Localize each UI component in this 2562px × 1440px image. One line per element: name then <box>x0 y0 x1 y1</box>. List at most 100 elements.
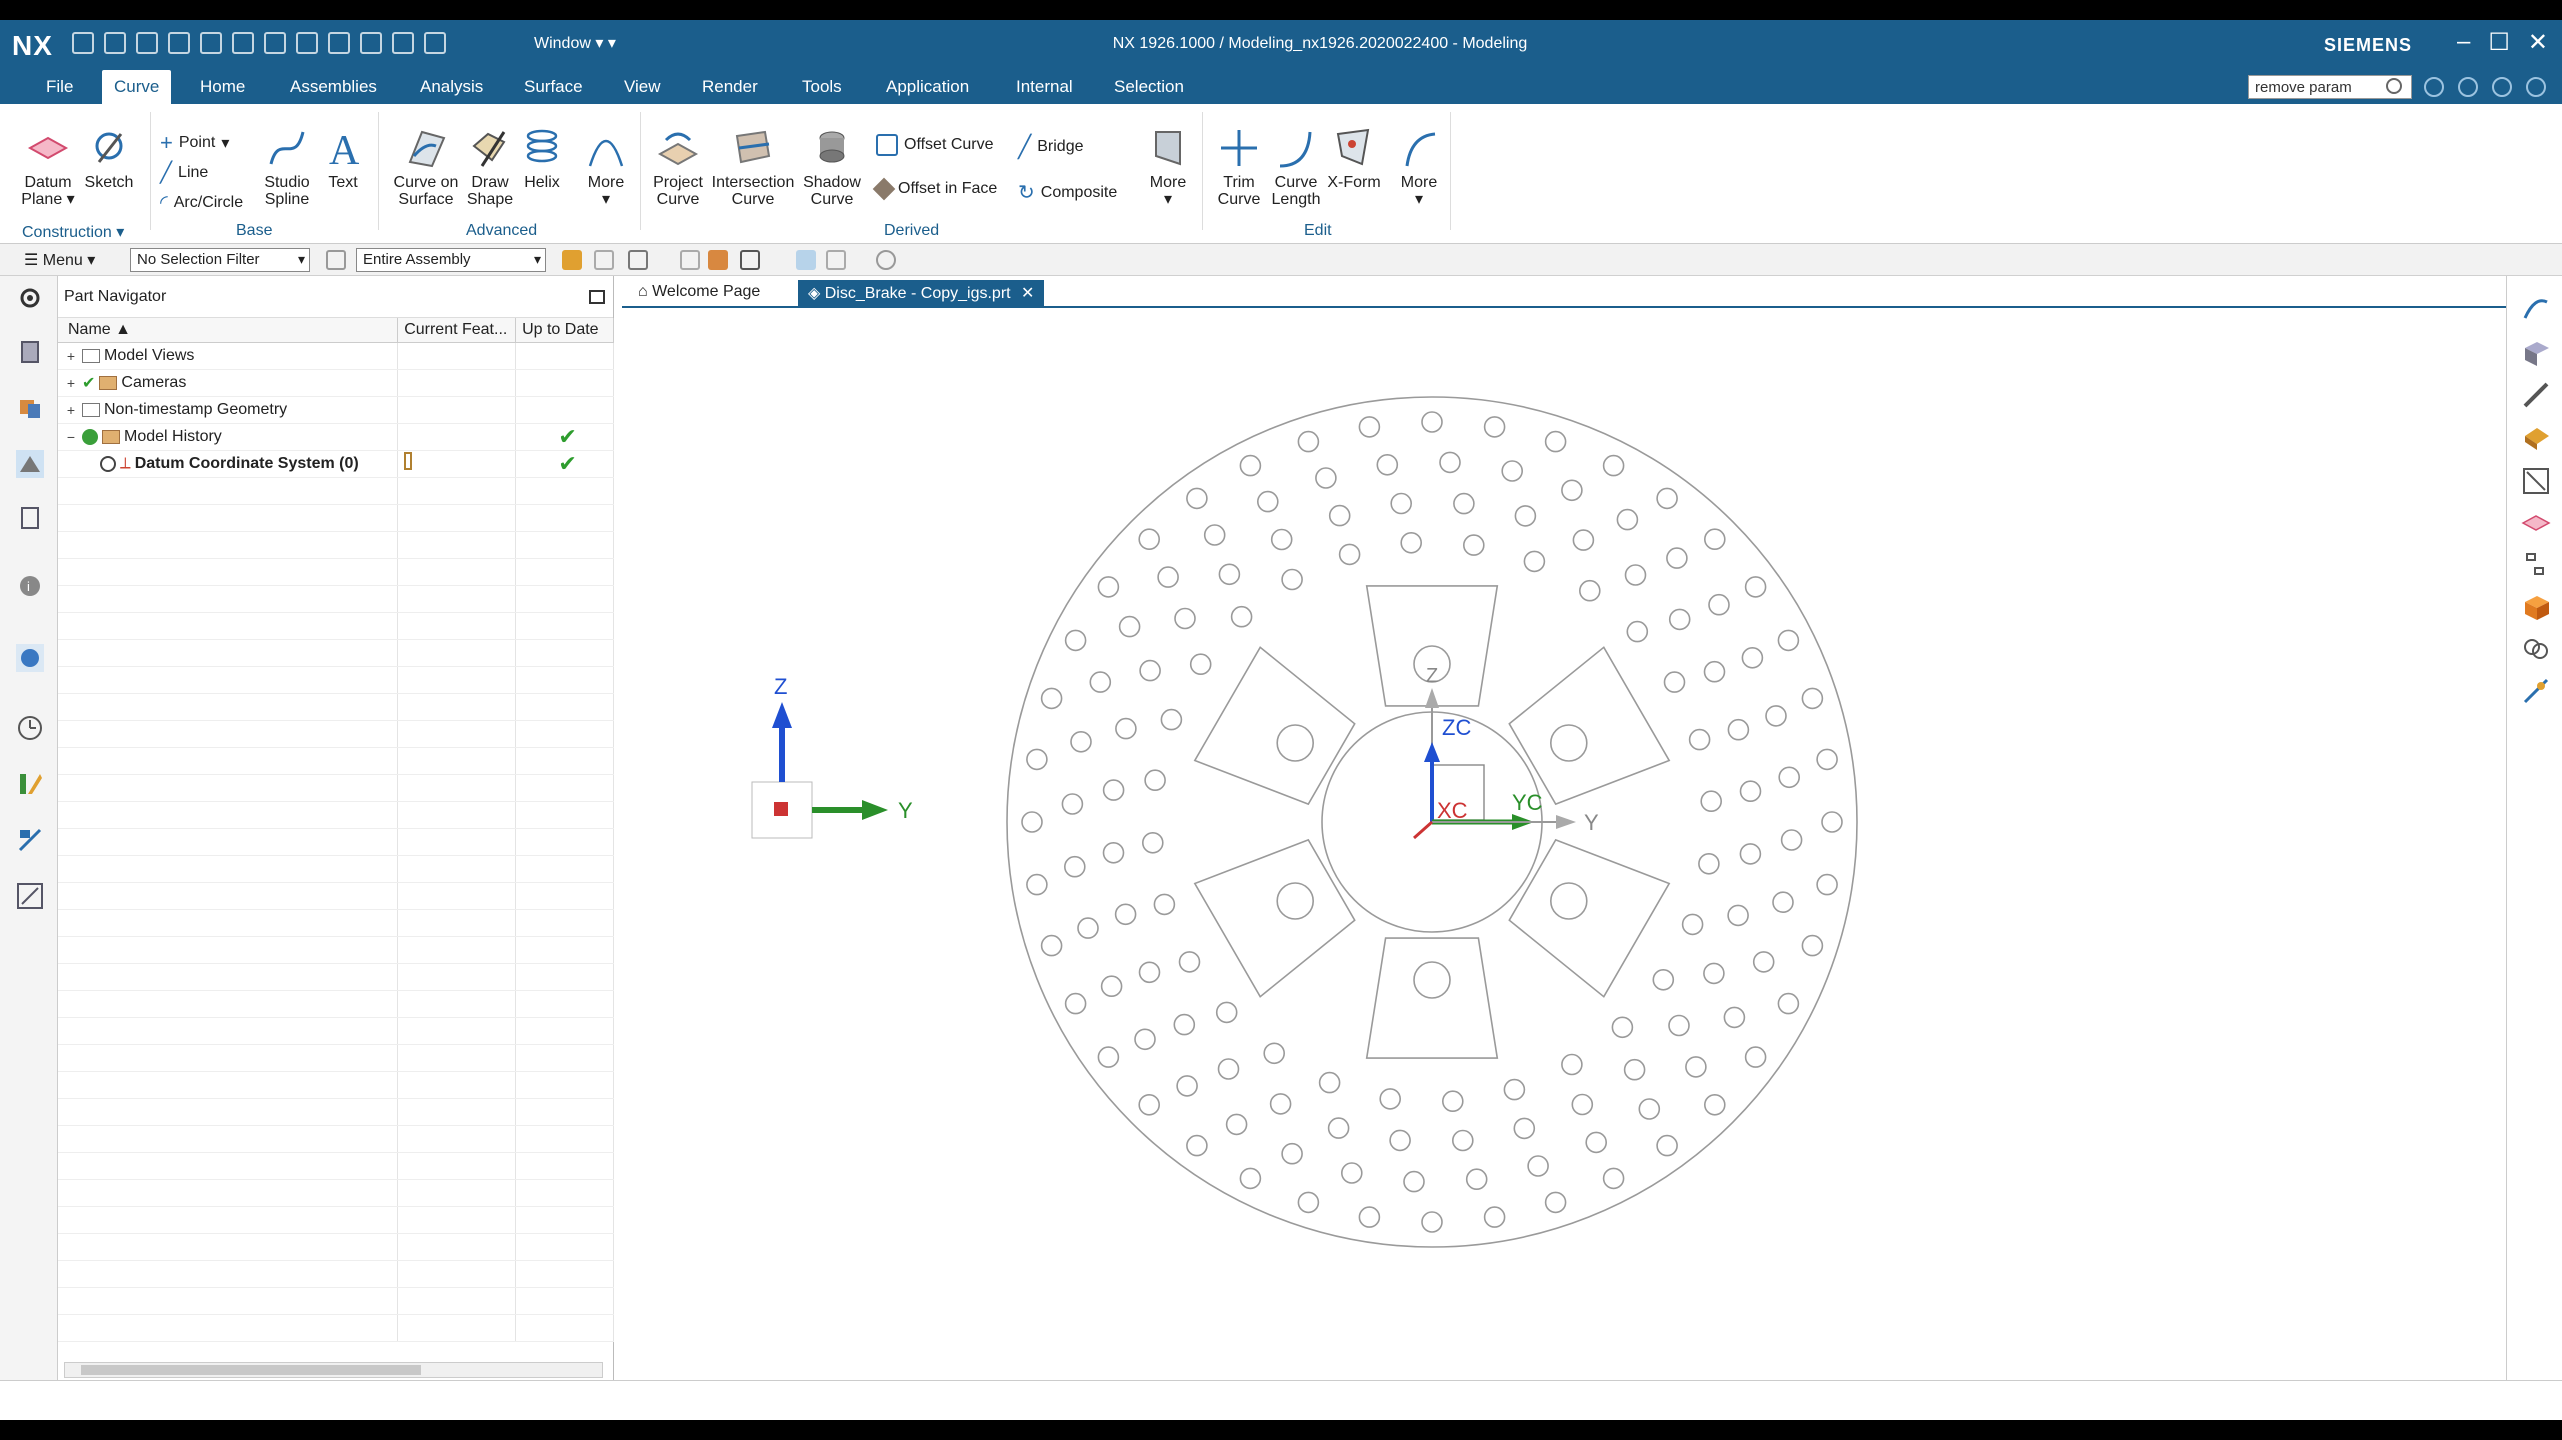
shadow-curve-button[interactable]: Shadow Curve <box>798 126 866 208</box>
touch-mode-icon[interactable] <box>392 32 414 54</box>
process-studio-icon[interactable] <box>16 770 44 798</box>
text-button[interactable]: A Text <box>320 126 366 191</box>
table-row[interactable]: − Model History ✔ <box>58 423 614 451</box>
tab-selection[interactable]: Selection <box>1102 70 1196 104</box>
component-icon[interactable] <box>708 250 728 270</box>
selection-scope-dropdown[interactable]: Entire Assembly <box>356 248 546 272</box>
save-icon[interactable] <box>136 32 158 54</box>
help-icon[interactable] <box>2492 77 2512 97</box>
save-all-icon[interactable] <box>168 32 190 54</box>
snap-point-icon[interactable] <box>594 250 614 270</box>
render-style-icon[interactable] <box>2521 338 2551 368</box>
table-row[interactable]: + Model Views <box>58 342 614 370</box>
select-body-icon[interactable] <box>796 250 816 270</box>
curve-length-button[interactable]: Curve Length <box>1268 126 1324 208</box>
table-row[interactable]: ⟂ Datum Coordinate System (0) ✔ <box>58 450 614 478</box>
paste-icon[interactable] <box>328 32 350 54</box>
derived-more-button[interactable]: More ▾ <box>1142 126 1194 208</box>
cut-icon[interactable] <box>264 32 286 54</box>
table-row[interactable]: + Non-timestamp Geometry <box>58 396 614 424</box>
type-filter-dropdown[interactable]: No Selection Filter <box>130 248 310 272</box>
graphics-window[interactable]: Z ZC YC Y XC Z Y <box>622 310 2506 1380</box>
settings-gear-icon[interactable] <box>16 284 44 312</box>
tab-file[interactable]: File <box>34 70 85 104</box>
curve-on-surface-button[interactable]: Curve on Surface <box>390 126 462 208</box>
close-window-icon[interactable]: ✕ <box>2528 28 2548 57</box>
maximize-icon[interactable]: ☐ <box>2488 28 2510 57</box>
show-datum-plane-icon[interactable] <box>2521 508 2551 538</box>
tab-application[interactable]: Application <box>874 70 981 104</box>
column-header-up-to-date[interactable]: Up to Date <box>515 318 614 343</box>
collapse-toggle[interactable]: − <box>64 429 78 445</box>
assembly-tree-icon[interactable] <box>2521 550 2551 580</box>
curve-rule-icon[interactable] <box>628 250 648 270</box>
shaded-view-icon[interactable] <box>2521 592 2551 622</box>
hd3d-tools-icon[interactable]: i <box>16 572 44 600</box>
minimize-icon[interactable]: – <box>2457 28 2470 57</box>
snap-settings-icon[interactable] <box>876 250 896 270</box>
edit-more-button[interactable]: More ▾ <box>1392 126 1446 208</box>
column-header-name[interactable]: Name ▲ <box>58 318 399 343</box>
close-tab-icon[interactable]: ✕ <box>1021 285 1034 302</box>
select-face-icon[interactable] <box>826 250 846 270</box>
intersection-curve-button[interactable]: Intersection Curve <box>708 126 798 208</box>
project-curve-button[interactable]: Project Curve <box>648 126 708 208</box>
main-menu-button[interactable]: ☰ Menu ▾ <box>24 250 95 270</box>
tab-welcome-page[interactable]: ⌂ Welcome Page <box>628 280 770 308</box>
sketch-button[interactable]: Sketch <box>80 126 138 191</box>
line-button[interactable]: ╱ Line <box>160 160 208 185</box>
collapse-ribbon-icon[interactable] <box>2458 77 2478 97</box>
offset-in-face-button[interactable]: Offset in Face <box>872 177 997 201</box>
tab-analysis[interactable]: Analysis <box>408 70 495 104</box>
tab-home[interactable]: Home <box>188 70 257 104</box>
history-icon[interactable] <box>16 714 44 742</box>
datum-plane-button[interactable]: Datum Plane ▾ <box>18 126 78 208</box>
tab-assemblies[interactable]: Assemblies <box>278 70 389 104</box>
draw-shape-button[interactable]: Draw Shape <box>462 126 518 208</box>
tab-view[interactable]: View <box>612 70 673 104</box>
fullscreen-icon[interactable] <box>2424 77 2444 97</box>
select-feature-icon[interactable] <box>562 250 582 270</box>
search-icon[interactable] <box>2386 78 2402 94</box>
assembly-navigator-icon[interactable] <box>16 338 44 366</box>
expand-toggle[interactable]: + <box>64 375 78 391</box>
table-row[interactable]: + ✔ Cameras <box>58 369 614 397</box>
tab-disc-brake-part[interactable]: ◈ Disc_Brake - Copy_igs.prt ✕ <box>798 280 1045 308</box>
offset-curve-button[interactable]: Offset Curve <box>876 134 994 156</box>
new-file-icon[interactable] <box>72 32 94 54</box>
undo-icon[interactable] <box>200 32 222 54</box>
snap-tool-icon[interactable] <box>2521 676 2551 706</box>
bridge-button[interactable]: ╱ Bridge <box>1018 134 1084 160</box>
arc-circle-button[interactable]: ◜ Arc/Circle <box>160 190 243 215</box>
system-scene-icon[interactable] <box>16 882 44 910</box>
copy-icon[interactable] <box>296 32 318 54</box>
reuse-library-icon[interactable] <box>16 504 44 532</box>
window-menu-button[interactable]: Window ▾ ▾ <box>534 33 616 53</box>
disc-brake-model[interactable]: Z ZC YC Y XC Z Y <box>622 310 2506 1380</box>
tab-internal[interactable]: Internal <box>1004 70 1085 104</box>
scrollbar-thumb[interactable] <box>81 1365 421 1375</box>
switch-window-icon[interactable] <box>424 32 446 54</box>
trim-curve-button[interactable]: Trim Curve <box>1210 126 1268 208</box>
composite-button[interactable]: ↻ Composite <box>1018 180 1117 205</box>
redo-icon[interactable] <box>232 32 254 54</box>
tab-render[interactable]: Render <box>690 70 770 104</box>
advanced-more-button[interactable]: More ▾ <box>580 126 632 208</box>
roles-icon[interactable] <box>16 826 44 854</box>
studio-spline-button[interactable]: Studio Spline <box>254 126 320 208</box>
orient-view-icon[interactable] <box>2521 294 2551 324</box>
view-section-icon[interactable] <box>2521 422 2551 452</box>
point-button[interactable]: + Point ▾ <box>160 130 229 156</box>
expand-toggle[interactable]: + <box>64 402 78 418</box>
web-browser-icon[interactable] <box>16 644 44 672</box>
visibility-eye-icon[interactable] <box>100 455 116 472</box>
repeat-command-icon[interactable] <box>360 32 382 54</box>
horizontal-scrollbar[interactable] <box>64 1362 603 1378</box>
settings-icon[interactable] <box>2526 77 2546 97</box>
part-navigator-icon[interactable] <box>16 450 44 478</box>
fit-view-icon[interactable] <box>2521 466 2551 496</box>
selection-mode-icon[interactable] <box>740 250 760 270</box>
open-file-icon[interactable] <box>104 32 126 54</box>
tab-curve[interactable]: Curve <box>102 70 172 104</box>
constraint-navigator-icon[interactable] <box>16 394 44 422</box>
